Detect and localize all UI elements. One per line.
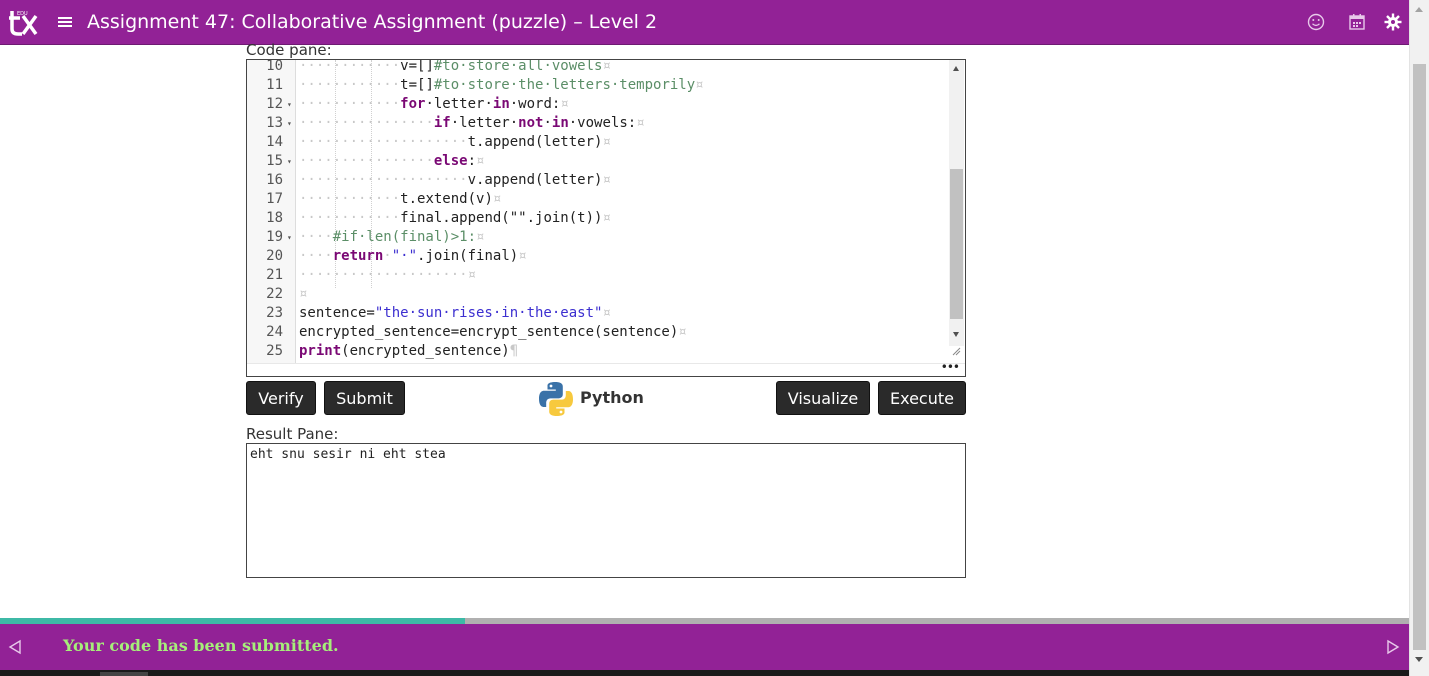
- code-line: 23 sentence="the·sun·rises·in·the·east"¤: [266, 305, 611, 321]
- scroll-down-arrow-icon[interactable]: [1415, 657, 1423, 662]
- code-line: 15 ▾ ················else:¤: [266, 153, 485, 169]
- notification-footer: Your code has been submitted.: [0, 624, 1409, 670]
- editor-statusbar: •••: [247, 360, 965, 376]
- code-line: 25 print(encrypted_sentence)¶: [266, 343, 519, 359]
- fold-arrow-icon: ▾: [287, 100, 292, 109]
- code-line: 14 ····················t.append(letter)¤: [266, 134, 611, 150]
- execute-button[interactable]: Execute: [878, 381, 966, 415]
- code-line: 24 encrypted_sentence=encrypt_sentence(se…: [266, 324, 687, 340]
- page-scrollbar[interactable]: [1409, 0, 1429, 676]
- code-line: 10 ············v=[]#to·store·all·vowels¤: [266, 59, 611, 74]
- language-label: Python: [580, 388, 644, 407]
- resize-grip-icon[interactable]: [951, 346, 961, 356]
- code-scrollbar[interactable]: [949, 60, 964, 346]
- submit-button[interactable]: Submit: [324, 381, 405, 415]
- code-line: 16 ····················v.append(letter)¤: [266, 172, 611, 188]
- gear-icon[interactable]: [1384, 13, 1402, 31]
- page-title: Assignment 47: Collaborative Assignment …: [87, 11, 658, 33]
- code-line: 18 ············final.append("".join(t))¤: [266, 210, 611, 226]
- code-scrollbar-thumb[interactable]: [950, 169, 963, 319]
- code-line: 21 ····················¤: [266, 267, 477, 283]
- hamburger-menu-icon[interactable]: [57, 12, 73, 32]
- code-line: 11 ············t=[]#to·store·the·letters·…: [266, 77, 704, 93]
- calendar-icon[interactable]: [1348, 13, 1366, 31]
- code-scroll-down-icon[interactable]: [953, 332, 959, 337]
- previous-arrow-icon[interactable]: [8, 639, 22, 655]
- svg-text:EDU: EDU: [17, 11, 28, 17]
- top-header-bar: EDU Assignment 47: Collaborative Assignm…: [0, 0, 1409, 45]
- bottom-strip: [0, 670, 1409, 676]
- code-line: 22 ¤: [266, 286, 308, 302]
- code-line: 19 ▾ ····#if·len(final)>1:¤: [266, 229, 485, 245]
- logo-icon[interactable]: EDU: [8, 9, 38, 37]
- visualize-button[interactable]: Visualize: [776, 381, 870, 415]
- more-options-icon[interactable]: •••: [941, 360, 960, 374]
- result-pane[interactable]: eht snu sesir ni eht stea: [246, 443, 966, 578]
- next-arrow-icon[interactable]: [1386, 639, 1400, 655]
- code-line: 20 ····return·"·".join(final)¤: [266, 248, 527, 264]
- verify-button[interactable]: Verify: [246, 381, 316, 415]
- code-pane-label: Code pane:: [246, 41, 332, 59]
- language-indicator: Python: [537, 379, 657, 419]
- code-line: 13 ▾ ················if·letter·not·in·vowe…: [266, 115, 645, 131]
- code-lines[interactable]: 10 ············v=[]#to·store·all·vowels¤ …: [247, 59, 949, 361]
- scroll-up-arrow-icon[interactable]: [1415, 7, 1423, 12]
- code-editor[interactable]: 10 ············v=[]#to·store·all·vowels¤ …: [246, 59, 966, 377]
- code-scroll-up-icon[interactable]: [953, 66, 959, 71]
- result-output: eht snu sesir ni eht stea: [250, 447, 446, 462]
- fold-arrow-icon: ▾: [287, 157, 292, 166]
- page-scrollbar-thumb[interactable]: [1413, 64, 1426, 650]
- result-pane-label: Result Pane:: [246, 425, 339, 443]
- submission-message: Your code has been submitted.: [63, 636, 339, 655]
- code-line: 12 ▾ ············for·letter·in·word:¤: [266, 96, 569, 112]
- fold-arrow-icon: ▾: [287, 233, 292, 242]
- smiley-icon[interactable]: [1307, 13, 1325, 31]
- fold-arrow-icon: ▾: [287, 119, 292, 128]
- code-line: 17 ············t.extend(v)¤: [266, 191, 502, 207]
- python-logo-icon: [539, 382, 573, 416]
